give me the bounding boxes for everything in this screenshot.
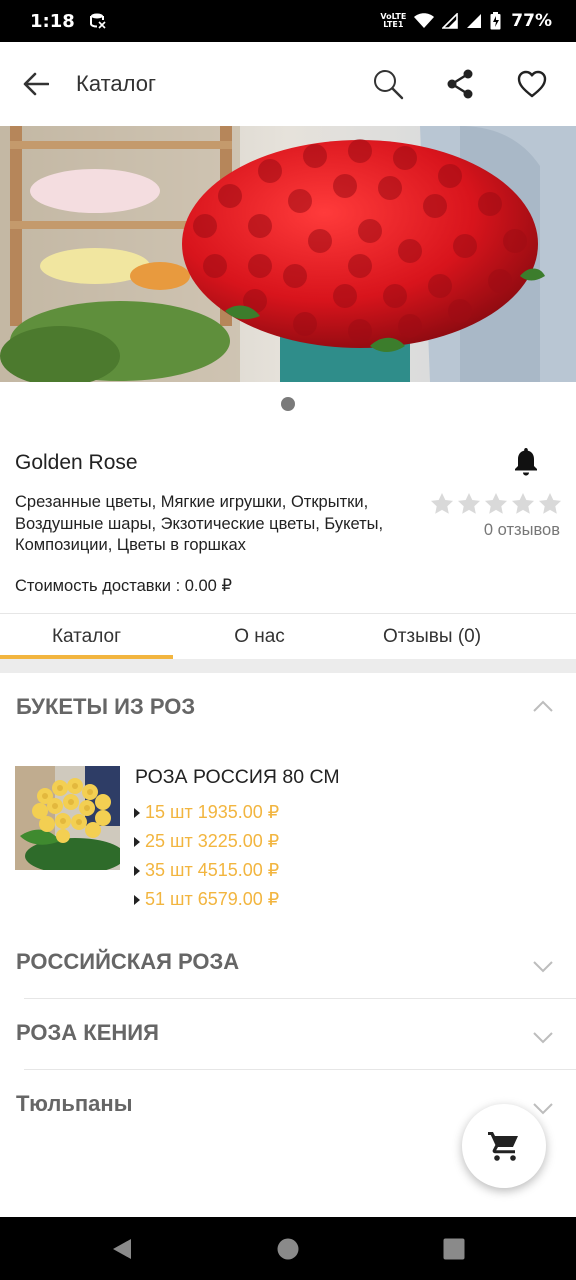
cart-button[interactable]	[462, 1104, 546, 1188]
star-icon	[485, 493, 507, 514]
status-bar: 1:18 VoLTE LTE1 77%	[0, 0, 576, 42]
share-button[interactable]	[424, 42, 496, 126]
signal-icon-2	[467, 14, 482, 28]
cart-icon	[488, 1132, 518, 1161]
product-card[interactable]: РОЗА РОССИЯ 80 СМ 15 шт 1935.00 ₽ 25 шт …	[15, 766, 560, 916]
chevron-down-icon	[533, 1103, 553, 1115]
heart-icon	[517, 70, 547, 98]
notify-button[interactable]	[505, 440, 547, 482]
star-icon	[431, 493, 453, 514]
price-option[interactable]: 35 шт 4515.00 ₽	[133, 860, 279, 881]
tabs-divider	[0, 659, 576, 673]
section-title: РОССИЙСКАЯ РОЗА	[16, 949, 240, 974]
search-icon	[374, 70, 404, 100]
caret-right-icon	[133, 806, 145, 820]
price-option-label: 25 шт 3225.00 ₽	[145, 831, 280, 851]
price-option-label: 15 шт 1935.00 ₽	[145, 802, 280, 822]
product-image[interactable]	[15, 766, 120, 870]
star-icon	[539, 493, 561, 514]
section-title: РОЗА КЕНИЯ	[16, 1020, 159, 1045]
reviews-count[interactable]: 0 отзывов	[484, 521, 560, 540]
tab-about[interactable]: О нас	[173, 614, 346, 660]
price-option-label: 51 шт 6579.00 ₽	[145, 889, 280, 909]
tab-reviews[interactable]: Отзывы (0)	[346, 614, 518, 660]
app-actions	[352, 42, 568, 126]
back-arrow-icon	[23, 72, 49, 96]
rose-bouquet-photo	[0, 126, 576, 382]
bell-icon	[515, 448, 537, 476]
battery-icon	[490, 12, 501, 30]
search-button[interactable]	[352, 42, 424, 126]
signal-icon	[442, 13, 459, 29]
section-header-bouquets[interactable]: БУКЕТЫ ИЗ РОЗ	[0, 677, 576, 737]
nav-home-icon	[277, 1238, 299, 1259]
caret-right-icon	[133, 864, 145, 878]
shop-description: Срезанные цветы, Мягкие игрушки, Открытк…	[15, 493, 384, 554]
wifi-icon	[414, 13, 435, 28]
price-option[interactable]: 25 шт 3225.00 ₽	[133, 831, 279, 852]
chevron-down-icon	[533, 961, 553, 973]
tab-catalog[interactable]: Каталог	[0, 614, 173, 660]
price-option[interactable]: 51 шт 6579.00 ₽	[133, 889, 279, 910]
nav-back-icon	[113, 1238, 131, 1259]
chevron-up-icon	[533, 700, 553, 712]
battery-percent: 77%	[511, 11, 552, 31]
section-header-kenya-rose[interactable]: РОЗА КЕНИЯ	[0, 1003, 576, 1063]
caret-right-icon	[133, 835, 145, 849]
share-icon	[447, 69, 473, 99]
star-icon	[512, 493, 534, 514]
section-divider	[24, 1069, 576, 1070]
data-saver-icon	[89, 13, 106, 29]
status-time: 1:18	[30, 10, 75, 32]
delivery-cost: Стоимость доставки : 0.00 ₽	[15, 577, 232, 595]
system-nav-bar	[0, 1217, 576, 1280]
status-right: VoLTE LTE1 77%	[380, 11, 552, 31]
back-button[interactable]	[0, 42, 72, 126]
yellow-roses-photo	[15, 766, 120, 870]
nav-home-button[interactable]	[256, 1217, 320, 1280]
price-option-label: 35 шт 4515.00 ₽	[145, 860, 280, 880]
star-icon	[458, 493, 480, 514]
app-bar: Каталог	[0, 42, 576, 126]
product-name: РОЗА РОССИЯ 80 СМ	[135, 766, 340, 788]
volte-indicator: VoLTE LTE1	[380, 12, 407, 29]
chevron-down-icon	[533, 1032, 553, 1044]
shop-name: Golden Rose	[15, 451, 138, 474]
carousel-page-indicator[interactable]	[281, 397, 295, 411]
price-option[interactable]: 15 шт 1935.00 ₽	[133, 802, 279, 823]
caret-right-icon	[133, 893, 145, 907]
rating-stars	[430, 492, 562, 515]
section-title: Тюльпаны	[16, 1091, 133, 1116]
section-header-russian-rose[interactable]: РОССИЙСКАЯ РОЗА	[0, 932, 576, 992]
tab-bar: Каталог О нас Отзывы (0)	[0, 613, 576, 659]
section-divider	[24, 998, 576, 999]
page-title: Каталог	[76, 71, 156, 96]
hero-image[interactable]	[0, 126, 576, 382]
nav-recents-icon	[443, 1238, 465, 1259]
section-title: БУКЕТЫ ИЗ РОЗ	[16, 694, 196, 719]
nav-recents-button[interactable]	[422, 1217, 486, 1280]
nav-back-button[interactable]	[90, 1217, 154, 1280]
favorite-button[interactable]	[496, 42, 568, 126]
